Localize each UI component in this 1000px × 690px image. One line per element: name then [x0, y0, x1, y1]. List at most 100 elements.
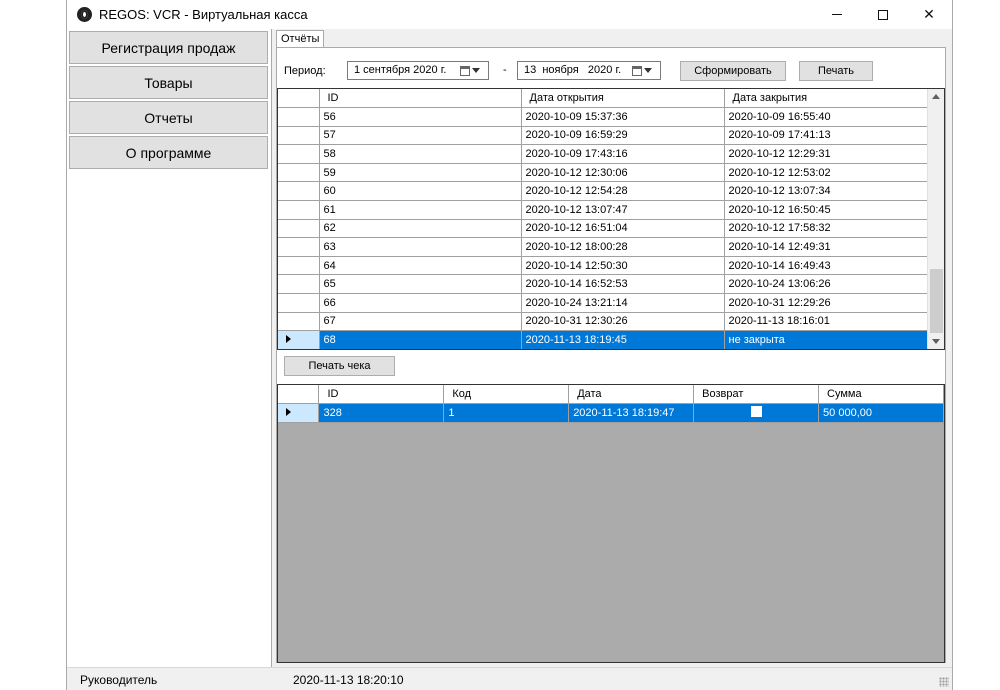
row-header[interactable]: [278, 126, 320, 146]
cell-close-date[interactable]: 2020-10-12 12:53:02: [724, 163, 929, 183]
table-row[interactable]: 68 2020-11-13 18:19:45 не закрыта: [278, 330, 933, 349]
cell-open-date[interactable]: 2020-10-12 12:30:06: [521, 163, 725, 183]
minimize-button[interactable]: [814, 0, 860, 29]
cell-id[interactable]: 64: [319, 256, 522, 276]
period-to-datepicker[interactable]: 13 ноября 2020 г.: [517, 61, 661, 80]
cell-open-date[interactable]: 2020-10-12 18:00:28: [521, 237, 725, 257]
cell-open-date[interactable]: 2020-10-09 17:43:16: [521, 144, 725, 164]
cell-id[interactable]: 56: [319, 107, 522, 127]
column-header-id[interactable]: ID: [319, 89, 522, 109]
cell-id[interactable]: 67: [319, 312, 522, 332]
column-header-code[interactable]: Код: [443, 385, 570, 405]
shifts-scrollbar[interactable]: [927, 89, 944, 349]
cell-return[interactable]: [693, 403, 820, 423]
row-header[interactable]: [278, 144, 320, 164]
period-from-datepicker[interactable]: 1 сентября 2020 г.: [347, 61, 489, 80]
sidebar-item-products[interactable]: Товары: [69, 66, 268, 99]
receipts-grid[interactable]: ID Код Дата Возврат Сумма 328 1 2020-11-…: [277, 384, 945, 663]
row-header[interactable]: [278, 107, 320, 127]
cell-id[interactable]: 58: [319, 144, 522, 164]
period-from-dropdown[interactable]: [460, 64, 486, 77]
cell-close-date[interactable]: 2020-10-09 16:55:40: [724, 107, 929, 127]
cell-open-date[interactable]: 2020-10-12 16:51:04: [521, 219, 725, 239]
table-row[interactable]: 64 2020-10-14 12:50:30 2020-10-14 16:49:43: [278, 256, 933, 276]
column-header-date[interactable]: Дата: [568, 385, 695, 405]
cell-close-date[interactable]: 2020-10-14 16:49:43: [724, 256, 929, 276]
sidebar-item-sales-registration[interactable]: Регистрация продаж: [69, 31, 268, 64]
cell-close-date[interactable]: не закрыта: [724, 330, 929, 349]
row-header[interactable]: [278, 219, 320, 239]
cell-open-date[interactable]: 2020-10-12 12:54:28: [521, 181, 725, 202]
table-row[interactable]: 62 2020-10-12 16:51:04 2020-10-12 17:58:32: [278, 219, 933, 239]
cell-open-date[interactable]: 2020-10-14 12:50:30: [521, 256, 725, 276]
cell-open-date[interactable]: 2020-10-24 13:21:14: [521, 293, 725, 313]
cell-code[interactable]: 1: [443, 403, 570, 423]
table-row[interactable]: 67 2020-10-31 12:30:26 2020-11-13 18:16:01: [278, 312, 933, 332]
table-row[interactable]: 57 2020-10-09 16:59:29 2020-10-09 17:41:13: [278, 126, 933, 146]
cell-open-date[interactable]: 2020-10-31 12:30:26: [521, 312, 725, 332]
row-header[interactable]: [278, 330, 320, 349]
cell-open-date[interactable]: 2020-10-14 16:52:53: [521, 274, 725, 295]
resize-grip-icon[interactable]: [939, 677, 949, 687]
cell-id[interactable]: 68: [319, 330, 522, 349]
row-header[interactable]: [278, 200, 320, 220]
cell-id[interactable]: 328: [318, 403, 445, 423]
cell-id[interactable]: 57: [319, 126, 522, 146]
column-header-id[interactable]: ID: [318, 385, 445, 405]
column-header-return[interactable]: Возврат: [693, 385, 820, 405]
print-button[interactable]: Печать: [799, 61, 873, 81]
column-header-sum[interactable]: Сумма: [818, 385, 944, 405]
cell-open-date[interactable]: 2020-10-09 16:59:29: [521, 126, 725, 146]
cell-open-date[interactable]: 2020-10-09 15:37:36: [521, 107, 725, 127]
table-row[interactable]: 63 2020-10-12 18:00:28 2020-10-14 12:49:31: [278, 237, 933, 257]
row-header[interactable]: [278, 163, 320, 183]
scroll-thumb[interactable]: [930, 269, 943, 333]
cell-close-date[interactable]: 2020-10-12 12:29:31: [724, 144, 929, 164]
cell-close-date[interactable]: 2020-10-14 12:49:31: [724, 237, 929, 257]
sidebar-item-reports[interactable]: Отчеты: [69, 101, 268, 134]
table-row[interactable]: 61 2020-10-12 13:07:47 2020-10-12 16:50:45: [278, 200, 933, 220]
row-header[interactable]: [278, 274, 320, 295]
return-checkbox[interactable]: [750, 405, 762, 417]
maximize-button[interactable]: [860, 0, 906, 29]
scroll-up-icon[interactable]: [932, 94, 940, 99]
table-row[interactable]: 60 2020-10-12 12:54:28 2020-10-12 13:07:34: [278, 181, 933, 202]
close-button[interactable]: ✕: [906, 0, 952, 29]
cell-id[interactable]: 62: [319, 219, 522, 239]
cell-close-date[interactable]: 2020-10-09 17:41:13: [724, 126, 929, 146]
period-to-dropdown[interactable]: [632, 64, 658, 77]
row-header[interactable]: [278, 293, 320, 313]
cell-id[interactable]: 65: [319, 274, 522, 295]
table-row[interactable]: 56 2020-10-09 15:37:36 2020-10-09 16:55:40: [278, 107, 933, 127]
shifts-grid[interactable]: ID Дата открытия Дата закрытия 56 2020-10…: [277, 88, 945, 350]
print-receipt-button[interactable]: Печать чека: [284, 356, 395, 376]
row-header[interactable]: [278, 237, 320, 257]
cell-close-date[interactable]: 2020-10-31 12:29:26: [724, 293, 929, 313]
cell-id[interactable]: 59: [319, 163, 522, 183]
row-header[interactable]: [278, 403, 320, 423]
cell-id[interactable]: 60: [319, 181, 522, 202]
cell-date[interactable]: 2020-11-13 18:19:47: [568, 403, 695, 423]
cell-close-date[interactable]: 2020-11-13 18:16:01: [724, 312, 929, 332]
table-row[interactable]: 59 2020-10-12 12:30:06 2020-10-12 12:53:02: [278, 163, 933, 183]
table-row[interactable]: 58 2020-10-09 17:43:16 2020-10-12 12:29:31: [278, 144, 933, 164]
table-row[interactable]: 66 2020-10-24 13:21:14 2020-10-31 12:29:26: [278, 293, 933, 313]
row-header[interactable]: [278, 312, 320, 332]
sidebar-item-about[interactable]: О программе: [69, 136, 268, 169]
cell-close-date[interactable]: 2020-10-24 13:06:26: [724, 274, 929, 295]
tab-reports[interactable]: Отчёты: [276, 30, 324, 48]
cell-close-date[interactable]: 2020-10-12 17:58:32: [724, 219, 929, 239]
cell-sum[interactable]: 50 000,00: [818, 403, 944, 423]
cell-id[interactable]: 66: [319, 293, 522, 313]
row-header[interactable]: [278, 181, 320, 202]
cell-close-date[interactable]: 2020-10-12 13:07:34: [724, 181, 929, 202]
cell-id[interactable]: 61: [319, 200, 522, 220]
cell-close-date[interactable]: 2020-10-12 16:50:45: [724, 200, 929, 220]
column-header-close-date[interactable]: Дата закрытия: [724, 89, 929, 109]
cell-open-date[interactable]: 2020-11-13 18:19:45: [521, 330, 725, 349]
column-header-open-date[interactable]: Дата открытия: [521, 89, 725, 109]
row-header[interactable]: [278, 256, 320, 276]
scroll-down-icon[interactable]: [932, 339, 940, 344]
cell-id[interactable]: 63: [319, 237, 522, 257]
table-row[interactable]: 328 1 2020-11-13 18:19:47 50 000,00: [278, 403, 944, 423]
